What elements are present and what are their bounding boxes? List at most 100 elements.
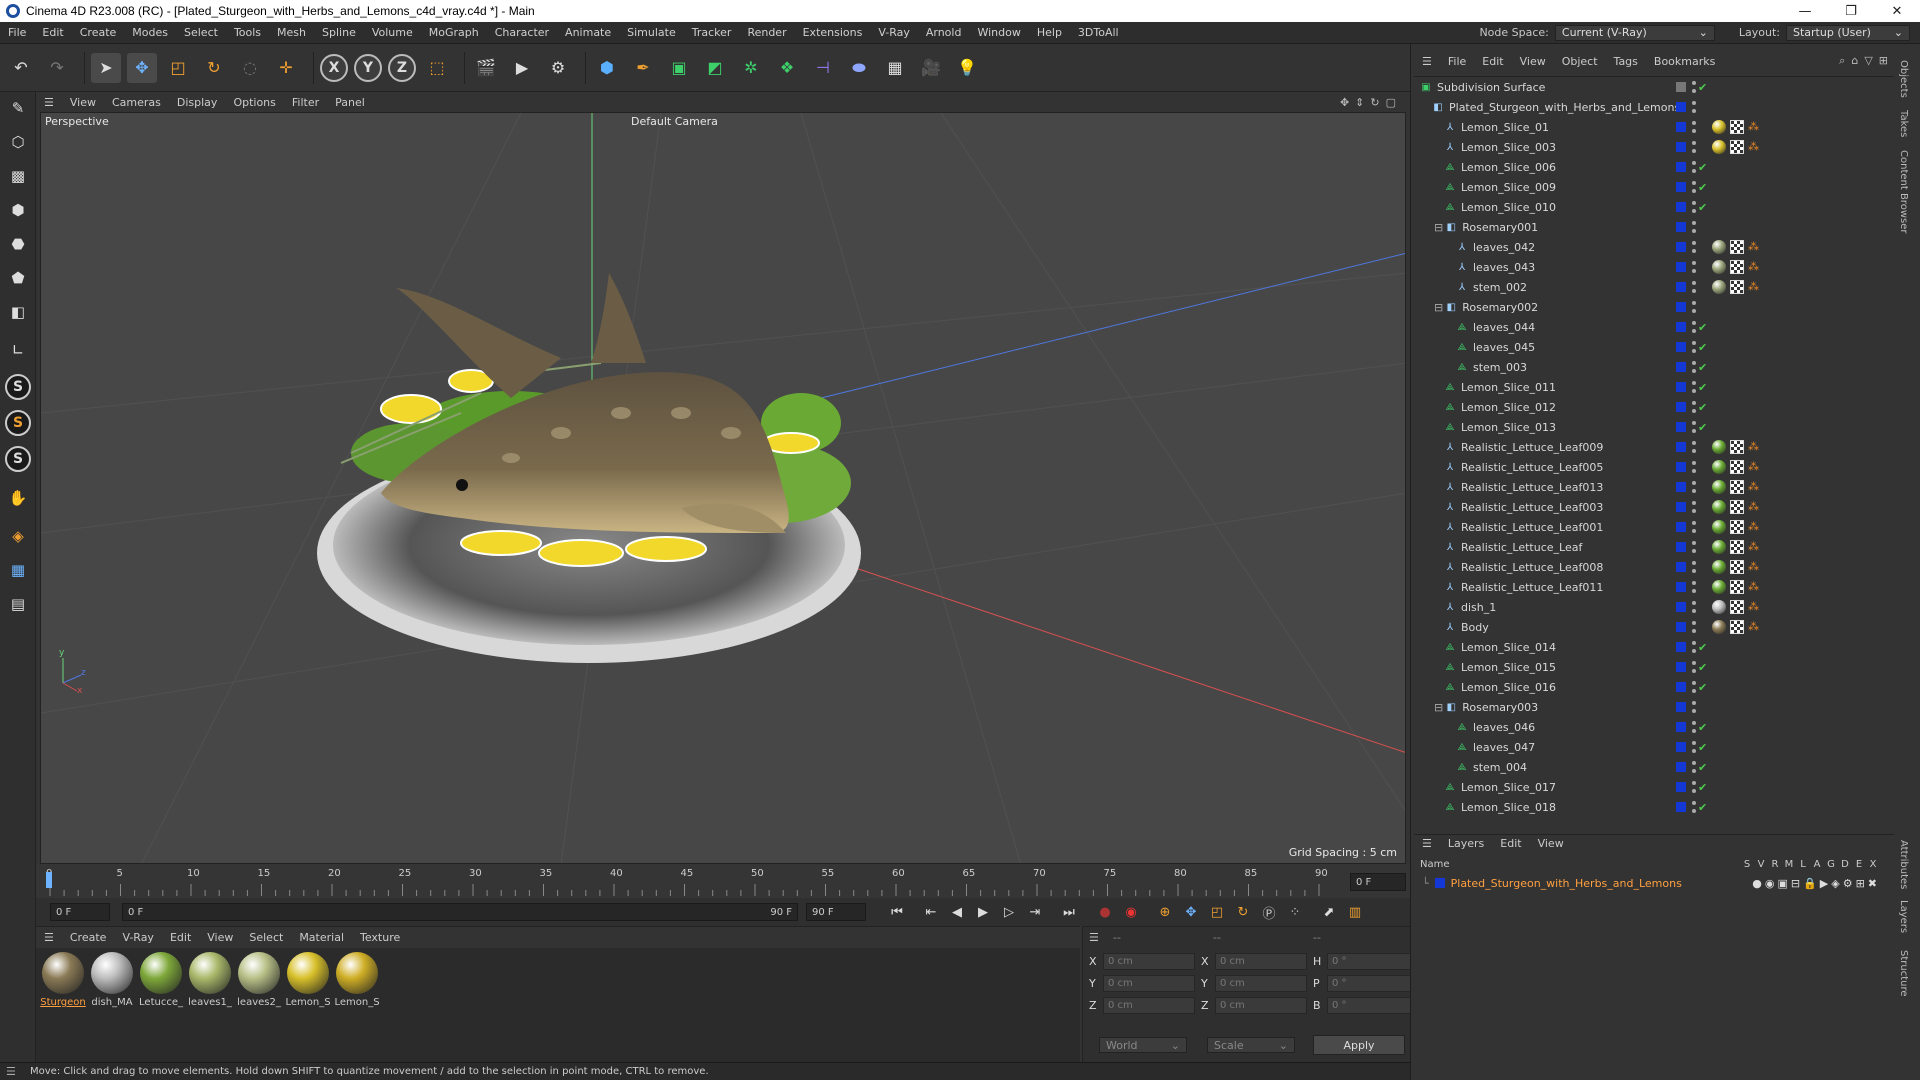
camera-icon[interactable]: 🎥	[916, 53, 946, 83]
coord-value-field[interactable]: 0 °	[1327, 953, 1419, 970]
visibility-dots-icon[interactable]	[1692, 701, 1696, 713]
uvw-tag-icon[interactable]	[1730, 440, 1744, 454]
menu-volume[interactable]: Volume	[364, 26, 421, 39]
viewport-menu-panel[interactable]: Panel	[327, 96, 373, 109]
material-tag-icon[interactable]	[1712, 440, 1726, 454]
visibility-dots-icon[interactable]	[1692, 201, 1696, 213]
go-to-start-icon[interactable]: ⏮	[886, 901, 908, 923]
object-name[interactable]: leaves_042	[1473, 241, 1535, 254]
visibility-dots-icon[interactable]	[1692, 261, 1696, 273]
menu-window[interactable]: Window	[969, 26, 1028, 39]
enabled-check-icon[interactable]: ✔	[1698, 801, 1707, 814]
material-menu-material[interactable]: Material	[291, 931, 352, 944]
uvw-tag-icon[interactable]	[1730, 560, 1744, 574]
material-tag-icon[interactable]	[1712, 140, 1726, 154]
z-axis-lock-button[interactable]: Z	[388, 53, 416, 82]
motion-paths-icon[interactable]: ⬈	[1318, 901, 1340, 923]
layer-color-swatch[interactable]	[1676, 542, 1686, 552]
layer-flag-header[interactable]: L	[1796, 859, 1810, 870]
keyframe-selection-icon[interactable]: ⊕	[1154, 901, 1176, 923]
object-menu-view[interactable]: View	[1512, 55, 1554, 68]
object-name[interactable]: stem_002	[1473, 281, 1527, 294]
hamburger-icon[interactable]: ☰	[6, 1065, 16, 1078]
object-name[interactable]: Lemon_Slice_010	[1461, 201, 1556, 214]
object-row[interactable]: ⟁ leaves_046 ✔	[1414, 717, 1894, 737]
selection-tag-icon[interactable]: ⁂	[1748, 601, 1760, 613]
pen-spline-icon[interactable]: ✒	[628, 53, 658, 83]
visibility-dots-icon[interactable]	[1692, 221, 1696, 233]
visibility-dots-icon[interactable]	[1692, 361, 1696, 373]
uvw-tag-icon[interactable]	[1730, 580, 1744, 594]
material-menu-select[interactable]: Select	[241, 931, 291, 944]
layer-color-swatch[interactable]	[1676, 342, 1686, 352]
layer-color-swatch[interactable]	[1676, 322, 1686, 332]
layer-color-swatch[interactable]	[1676, 782, 1686, 792]
object-row[interactable]: ⟁ leaves_047 ✔	[1414, 737, 1894, 757]
material-tag-icon[interactable]	[1712, 620, 1726, 634]
visibility-dots-icon[interactable]	[1692, 481, 1696, 493]
axis-mode-icon[interactable]: ∟	[4, 336, 32, 364]
viewport-menu-display[interactable]: Display	[169, 96, 226, 109]
enabled-check-icon[interactable]: ✔	[1698, 781, 1707, 794]
object-row[interactable]: ⟁ stem_004 ✔	[1414, 757, 1894, 777]
material-tag-icon[interactable]	[1712, 120, 1726, 134]
light-icon[interactable]: 💡	[952, 53, 982, 83]
key-position-icon[interactable]: ✥	[1180, 901, 1202, 923]
field-icon[interactable]: ⬬	[844, 53, 874, 83]
locked-workplane-icon[interactable]: ▤	[4, 590, 32, 618]
mograph-fracture-icon[interactable]: ❖	[772, 53, 802, 83]
key-parameter-icon[interactable]: Ⓟ	[1258, 901, 1280, 923]
close-button[interactable]: ✕	[1874, 0, 1920, 22]
redo-icon[interactable]: ↷	[42, 53, 72, 83]
enabled-check-icon[interactable]: ✔	[1698, 761, 1707, 774]
material-swatch[interactable]: Lemon_S	[285, 952, 331, 1008]
object-menu-edit[interactable]: Edit	[1474, 55, 1511, 68]
visibility-dots-icon[interactable]	[1692, 301, 1696, 313]
layer-flag-header[interactable]: X	[1866, 859, 1880, 870]
menu-character[interactable]: Character	[487, 26, 557, 39]
object-row[interactable]: ⅄ Lemon_Slice_003 ⁂	[1414, 137, 1894, 157]
layer-color-swatch[interactable]	[1676, 702, 1686, 712]
layer-flag-header[interactable]: A	[1810, 859, 1824, 870]
enabled-check-icon[interactable]: ✔	[1698, 361, 1707, 374]
material-swatch[interactable]: Lemon_S	[334, 952, 380, 1008]
material-swatch[interactable]: leaves2_	[236, 952, 282, 1008]
render-region-icon[interactable]: 🎬	[471, 53, 501, 83]
layer-color-swatch[interactable]	[1676, 722, 1686, 732]
layer-color-swatch[interactable]	[1676, 162, 1686, 172]
menu-simulate[interactable]: Simulate	[619, 26, 684, 39]
menu-extensions[interactable]: Extensions	[795, 26, 871, 39]
enabled-check-icon[interactable]: ✔	[1698, 161, 1707, 174]
object-row[interactable]: ⟁ Lemon_Slice_017 ✔	[1414, 777, 1894, 797]
object-name[interactable]: stem_003	[1473, 361, 1527, 374]
y-axis-lock-button[interactable]: Y	[354, 53, 382, 82]
material-tag-icon[interactable]	[1712, 260, 1726, 274]
end-frame-field[interactable]: 90 F	[806, 903, 866, 921]
object-name[interactable]: Plated_Sturgeon_with_Herbs_and_Lemons	[1449, 101, 1680, 114]
menu-edit[interactable]: Edit	[34, 26, 71, 39]
enabled-check-icon[interactable]: ✔	[1698, 381, 1707, 394]
current-frame-field[interactable]: 0 F	[1350, 873, 1406, 891]
object-name[interactable]: Lemon_Slice_017	[1461, 781, 1556, 794]
object-row[interactable]: ◧ Plated_Sturgeon_with_Herbs_and_Lemons	[1414, 97, 1894, 117]
object-row[interactable]: ⅄ leaves_042 ⁂	[1414, 237, 1894, 257]
material-tag-icon[interactable]	[1712, 500, 1726, 514]
menu-mesh[interactable]: Mesh	[269, 26, 314, 39]
object-row[interactable]: ⅄ Realistic_Lettuce_Leaf011 ⁂	[1414, 577, 1894, 597]
uvw-tag-icon[interactable]	[1730, 520, 1744, 534]
layer-color-swatch[interactable]	[1676, 362, 1686, 372]
object-row[interactable]: ⟁ stem_003 ✔	[1414, 357, 1894, 377]
visibility-dots-icon[interactable]	[1692, 401, 1696, 413]
enabled-check-icon[interactable]: ✔	[1698, 741, 1707, 754]
workplane-icon[interactable]: ◈	[4, 522, 32, 550]
layer-color-swatch[interactable]	[1676, 102, 1686, 112]
menu-help[interactable]: Help	[1029, 26, 1070, 39]
collapse-icon[interactable]: ⊟	[1434, 301, 1443, 314]
maximize-button[interactable]: ❐	[1828, 0, 1874, 22]
layer-color-swatch[interactable]	[1676, 382, 1686, 392]
object-row[interactable]: ⊟ ◧ Rosemary002	[1414, 297, 1894, 317]
object-name[interactable]: Realistic_Lettuce_Leaf003	[1461, 501, 1603, 514]
material-tag-icon[interactable]	[1712, 540, 1726, 554]
selection-tag-icon[interactable]: ⁂	[1748, 541, 1760, 553]
start-frame-field[interactable]: 0 F	[50, 903, 110, 921]
